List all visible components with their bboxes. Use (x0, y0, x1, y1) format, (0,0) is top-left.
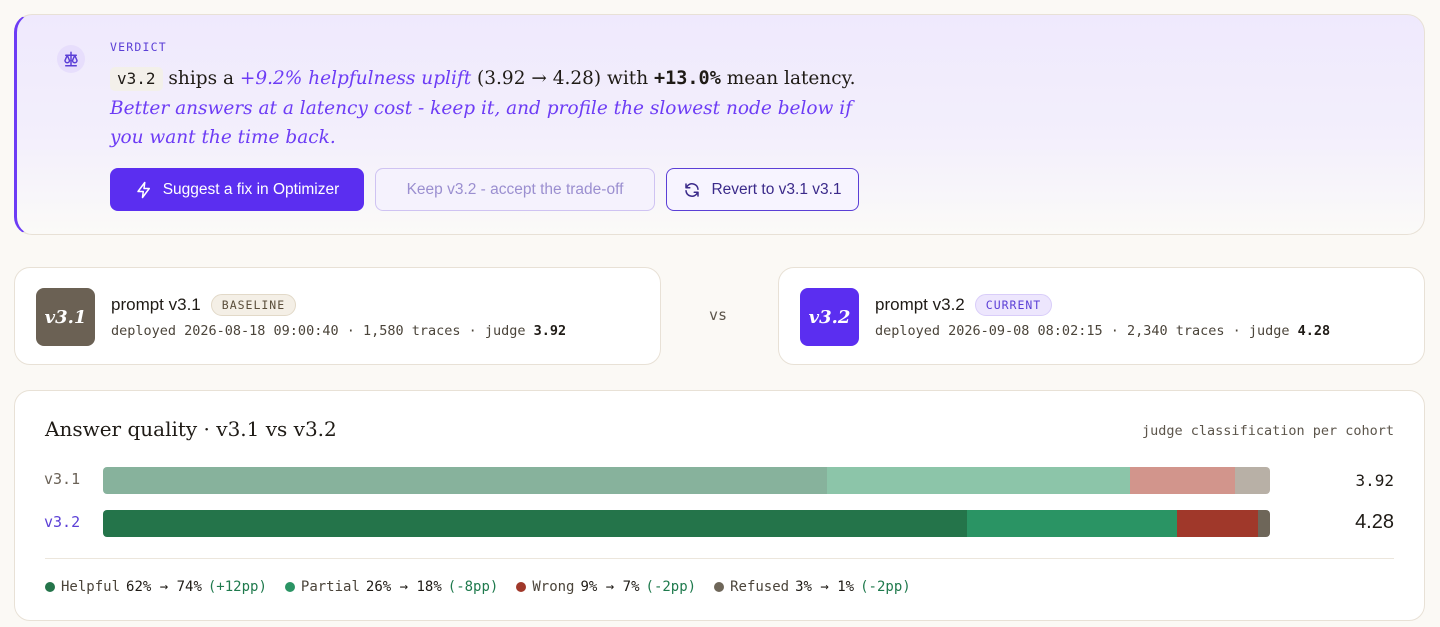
legend-name: Wrong (532, 579, 575, 595)
keep-version-button[interactable]: Keep v3.2 - accept the trade-off (375, 168, 655, 211)
quality-bar-v32 (103, 510, 1270, 537)
legend-delta: (-8pp) (447, 579, 499, 595)
legend-change: 3% → 1% (795, 579, 855, 595)
scores-text: (3.92 → 4.28) with (471, 68, 654, 89)
current-card: v3.2 prompt v3.2 CURRENT deployed 2026-0… (778, 267, 1425, 365)
bar-segment-wrong (1176, 510, 1259, 537)
current-judge: 4.28 (1297, 323, 1331, 339)
refresh-icon (685, 182, 700, 197)
verdict-actions: Suggest a fix in Optimizer Keep v3.2 - a… (110, 168, 859, 211)
bar-segment-refused (1234, 467, 1270, 494)
current-title: prompt v3.2 (875, 295, 965, 314)
baseline-title: prompt v3.1 (111, 295, 201, 314)
baseline-judge: 3.92 (533, 323, 567, 339)
quality-legend: Helpful 62% → 74% (+12pp) Partial 26% → 18% (… (45, 579, 911, 595)
latency-suffix: mean latency. (720, 68, 856, 89)
bar-segment-partial (966, 510, 1177, 537)
verdict-text: v3.2 ships a +9.2% helpfulness uplift (3… (110, 64, 890, 153)
baseline-badge: v3.1 (36, 288, 95, 346)
revert-label: Revert to v3.1 v3.1 (711, 180, 842, 198)
legend-change: 62% → 74% (126, 579, 202, 595)
current-title-row: prompt v3.2 CURRENT (875, 294, 1053, 316)
legend-change: 9% → 7% (580, 579, 640, 595)
bar-segment-refused (1258, 510, 1270, 537)
legend-name: Helpful (61, 579, 121, 595)
advice-text: Better answers at a latency cost - keep … (110, 97, 853, 149)
bar-segment-partial (826, 467, 1130, 494)
baseline-title-row: prompt v3.1 BASELINE (111, 294, 297, 316)
legend-delta: (+12pp) (207, 579, 267, 595)
legend-dot (714, 582, 725, 592)
vs-label: vs (709, 306, 728, 324)
current-meta-text: deployed 2026-09-08 08:02:15 · 2,340 tra… (875, 323, 1298, 339)
scale-icon (57, 45, 85, 73)
quality-bar-v31 (103, 467, 1270, 494)
keep-version-label: Keep v3.2 - accept the trade-off (406, 180, 624, 198)
latency-value: +13.0% (654, 68, 721, 89)
verdict-card: VERDICT v3.2 ships a +9.2% helpfulness u… (14, 14, 1425, 235)
revert-button[interactable]: Revert to v3.1 v3.1 (666, 168, 859, 211)
answer-quality-card: Answer quality · v3.1 vs v3.2 judge clas… (14, 390, 1425, 621)
row-score-v31: 3.92 (1355, 471, 1394, 490)
legend-item-partial: Partial 26% → 18% (-8pp) (284, 579, 499, 595)
legend-dot (516, 582, 527, 592)
legend-item-helpful: Helpful 62% → 74% (+12pp) (45, 579, 267, 595)
legend-delta: (-2pp) (645, 579, 697, 595)
verdict-ships-text: ships a (162, 68, 240, 89)
baseline-card: v3.1 prompt v3.1 BASELINE deployed 2026-… (14, 267, 661, 365)
uplift-text: +9.2% helpfulness uplift (239, 68, 472, 89)
suggest-fix-button[interactable]: Suggest a fix in Optimizer (110, 168, 364, 211)
lightning-icon (136, 181, 150, 198)
legend-change: 26% → 18% (365, 579, 442, 595)
legend-item-wrong: Wrong 9% → 7% (-2pp) (516, 579, 696, 595)
bar-segment-wrong (1129, 467, 1235, 494)
legend-dot (284, 582, 295, 592)
current-tag: CURRENT (974, 294, 1053, 316)
legend-delta: (-2pp) (860, 579, 911, 595)
legend-item-refused: Refused 3% → 1% (-2pp) (714, 579, 911, 595)
version-chip: v3.2 (110, 67, 163, 91)
bar-segment-helpful (103, 467, 827, 494)
row-score-v32: 4.28 (1355, 511, 1394, 533)
quality-divider (45, 558, 1394, 559)
bar-segment-helpful (103, 510, 967, 537)
current-badge: v3.2 (800, 288, 859, 346)
legend-name: Partial (300, 579, 360, 595)
row-label-v32: v3.2 (44, 513, 81, 531)
quality-subtitle: judge classification per cohort (1142, 423, 1394, 439)
row-label-v31: v3.1 (44, 470, 81, 488)
current-meta: deployed 2026-09-08 08:02:15 · 2,340 tra… (875, 323, 1330, 339)
verdict-label: VERDICT (110, 40, 167, 54)
legend-dot (45, 582, 55, 592)
baseline-tag: BASELINE (210, 294, 297, 316)
baseline-meta-text: deployed 2026-08-18 09:00:40 · 1,580 tra… (111, 323, 534, 339)
legend-name: Refused (730, 579, 790, 595)
suggest-fix-label: Suggest a fix in Optimizer (162, 180, 340, 198)
baseline-meta: deployed 2026-08-18 09:00:40 · 1,580 tra… (111, 323, 566, 339)
quality-title: Answer quality · v3.1 vs v3.2 (45, 417, 337, 441)
